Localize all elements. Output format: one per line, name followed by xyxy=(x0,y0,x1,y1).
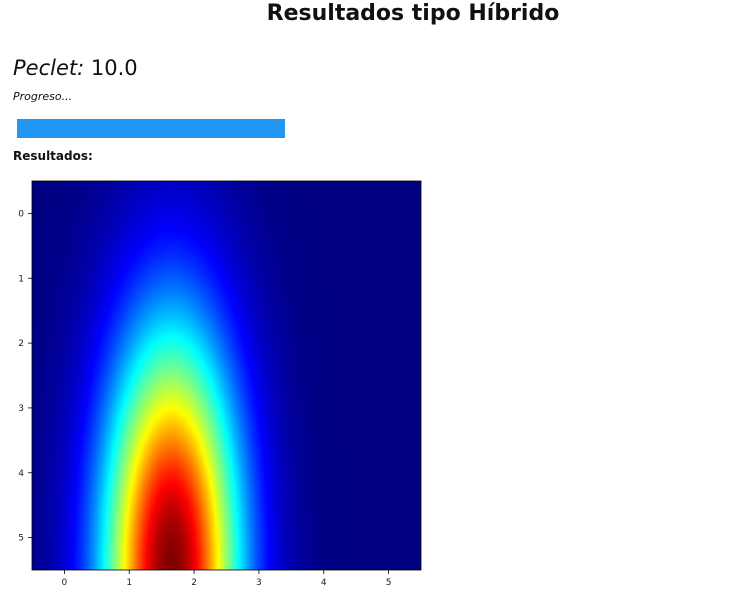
x-tick-label: 4 xyxy=(321,578,327,588)
heatmap-image xyxy=(32,181,421,570)
peclet-label: Peclet: xyxy=(13,56,85,80)
y-tick-label: 1 xyxy=(18,274,24,284)
results-label: Resultados: xyxy=(13,149,93,163)
results-plot: 0 1 2 3 4 5 0 1 2 3 4 5 xyxy=(0,170,440,590)
progress-bar-fill xyxy=(17,119,285,138)
x-tick-label: 5 xyxy=(386,578,392,588)
x-tick-label: 1 xyxy=(126,578,132,588)
progress-label: Progreso... xyxy=(13,90,73,103)
page: Resultados tipo Híbrido Peclet: 10.0 Pro… xyxy=(0,0,754,594)
y-tick-label: 3 xyxy=(18,404,24,414)
x-tick-label: 2 xyxy=(191,578,197,588)
y-tick-label: 0 xyxy=(18,209,24,219)
page-title: Resultados tipo Híbrido xyxy=(266,1,560,26)
y-tick-label: 2 xyxy=(18,339,24,349)
y-tick-label: 5 xyxy=(18,534,24,544)
progress-bar xyxy=(17,119,285,138)
x-tick-label: 0 xyxy=(62,578,68,588)
heatmap-chart: 0 1 2 3 4 5 0 1 2 3 4 5 xyxy=(18,180,422,588)
y-tick-label: 4 xyxy=(18,469,24,479)
x-tick-label: 3 xyxy=(256,578,262,588)
peclet-readout: Peclet: 10.0 xyxy=(13,54,138,82)
peclet-value: 10.0 xyxy=(90,56,138,80)
